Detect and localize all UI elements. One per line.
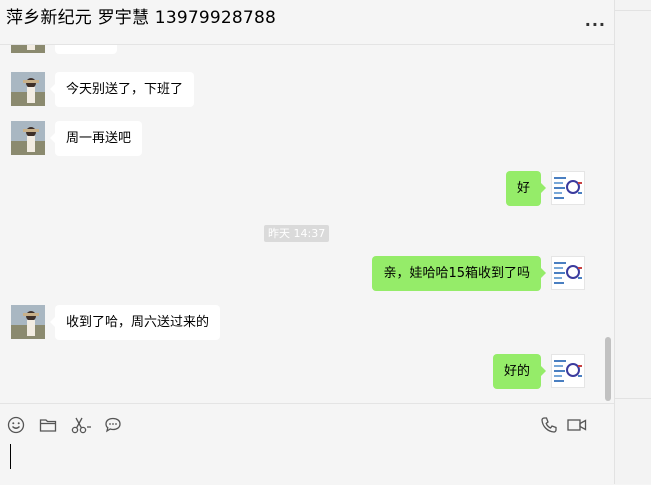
message-text: 今天别送了，下班了	[66, 82, 184, 97]
chat-panel: 萍乡新纪元 罗宇慧 13979928788 ... 今天别送了，下班了 周一再送…	[0, 0, 614, 485]
chat-header: 萍乡新纪元 罗宇慧 13979928788 ...	[0, 0, 614, 45]
my-avatar[interactable]	[551, 256, 585, 290]
time-divider: 昨天 14:37	[264, 225, 330, 242]
contact-avatar-image	[11, 305, 45, 339]
message-text: 收到了哈，周六送过来的	[66, 315, 210, 330]
folder-icon[interactable]	[38, 415, 58, 435]
scrollbar-thumb[interactable]	[605, 337, 611, 401]
message-text: 周一再送吧	[66, 131, 132, 146]
my-avatar-image	[552, 355, 584, 387]
message-scrollbar[interactable]	[603, 45, 612, 403]
my-avatar-image	[552, 172, 584, 204]
my-avatar[interactable]	[551, 354, 585, 388]
my-avatar[interactable]	[551, 171, 585, 205]
contact-avatar[interactable]	[11, 45, 45, 53]
message-bubble-sent[interactable]: 好的	[492, 354, 547, 389]
contact-avatar[interactable]	[11, 305, 45, 339]
video-icon[interactable]	[566, 415, 587, 435]
more-options-button[interactable]: ...	[585, 11, 606, 30]
text-cursor	[10, 444, 11, 469]
message-bubble-sent[interactable]: 亲，娃哈哈15箱收到了吗	[372, 256, 546, 291]
message-bubble-received[interactable]: 收到了哈，周六送过来的	[49, 305, 221, 340]
my-avatar-image	[552, 257, 584, 289]
input-area[interactable]	[0, 403, 614, 485]
contact-avatar-image	[11, 121, 45, 155]
message-bubble-received[interactable]: 今天别送了，下班了	[49, 72, 195, 107]
phone-icon[interactable]	[539, 415, 559, 435]
message-bubble-sent[interactable]: 好	[505, 171, 547, 206]
contact-avatar[interactable]	[11, 72, 45, 106]
side-panel-edge	[614, 0, 651, 484]
scissors-icon[interactable]	[70, 415, 91, 435]
contact-avatar-image	[11, 45, 45, 53]
message-text: 亲，娃哈哈15箱收到了吗	[383, 266, 530, 281]
contact-avatar-image	[11, 72, 45, 106]
chat-bubble-icon[interactable]	[103, 415, 123, 435]
message-bubble-received[interactable]: 周一再送吧	[49, 121, 143, 156]
message-text: 好	[516, 181, 530, 196]
contact-avatar[interactable]	[11, 121, 45, 155]
chat-title: 萍乡新纪元 罗宇慧 13979928788	[6, 8, 276, 28]
message-text: 好的	[503, 364, 530, 379]
message-list: 今天别送了，下班了 周一再送吧 好 昨天 14:37 亲，娃哈哈15箱收到了吗 …	[0, 45, 614, 403]
emoji-icon[interactable]	[6, 415, 26, 435]
message-bubble-received[interactable]	[55, 45, 117, 54]
